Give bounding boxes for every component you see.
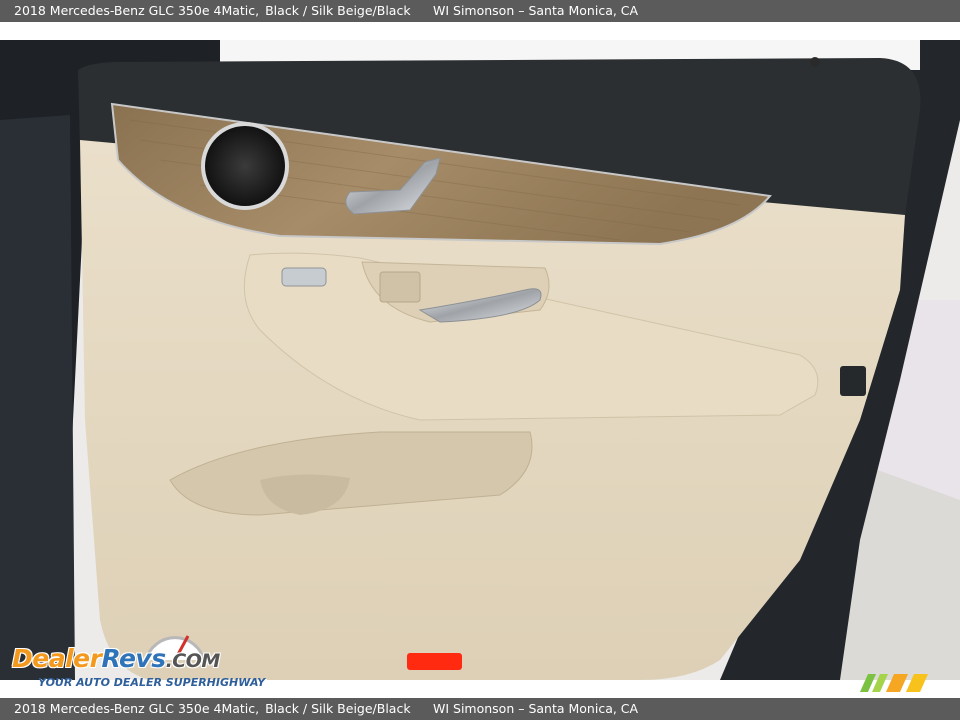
caption-vehicle-text: 2018 Mercedes-Benz GLC 350e 4Matic, Black… [14,3,411,18]
wmm-logo-icon [860,674,928,692]
lock-pin [810,57,820,67]
caption-vehicle-text: 2018 Mercedes-Benz GLC 350e 4Matic, Black… [14,701,411,716]
caption-dealer-text: WI Simonson – Santa Monica, CA [433,3,639,18]
door-panel-photo [0,40,960,680]
dealerrevs-logo: DealerRevs.COM [12,644,220,673]
caption-bar-top: 2018 Mercedes-Benz GLC 350e 4Matic, Black… [0,0,960,22]
dealerrevs-watermark: DealerRevs.COM YOUR AUTO DEALER SUPERHIG… [12,624,272,694]
window-switch [281,267,327,287]
lock-buttons [379,271,421,303]
caption-dealer-text: WI Simonson – Santa Monica, CA [433,701,639,716]
caption-bar-bottom: 2018 Mercedes-Benz GLC 350e 4Matic, Black… [0,698,960,720]
courtesy-light [407,653,462,670]
dealerrevs-tagline: YOUR AUTO DEALER SUPERHIGHWAY [38,676,266,689]
speaker-grille [205,126,285,206]
door-latch [840,366,866,396]
